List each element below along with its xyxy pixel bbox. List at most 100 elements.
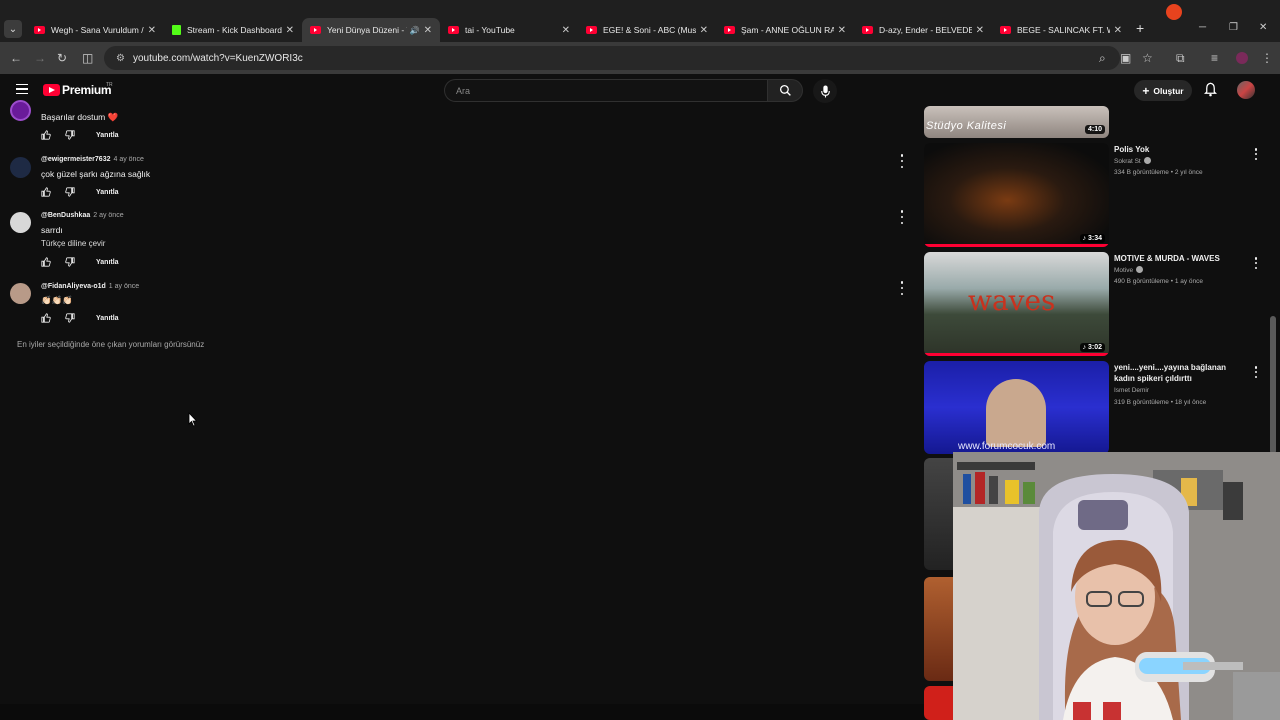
tab-2-active[interactable]: Yeni Dünya Düzeni - Y 🔊 ✕ bbox=[302, 18, 440, 42]
page-scrollbar[interactable] bbox=[1270, 316, 1276, 454]
video-thumbnail[interactable]: www.forumcocuk.com bbox=[924, 361, 1109, 454]
minimize-icon[interactable]: ─ bbox=[1199, 22, 1206, 33]
close-tab-icon[interactable]: ✕ bbox=[562, 25, 570, 36]
reply-button[interactable]: Yanıtla bbox=[96, 132, 119, 139]
video-more-icon[interactable] bbox=[1252, 148, 1260, 160]
bottom-bar bbox=[0, 704, 924, 720]
close-tab-icon[interactable]: ✕ bbox=[148, 25, 156, 36]
video-more-icon[interactable] bbox=[1252, 257, 1260, 269]
comment-time[interactable]: 2 ay önce bbox=[93, 212, 123, 219]
address-bar[interactable]: ⚙ youtube.com/watch?v=KuenZWORI3c bbox=[104, 46, 1120, 70]
kick-favicon-icon bbox=[172, 25, 181, 35]
video-duration: 4:10 bbox=[1084, 125, 1105, 134]
restore-icon[interactable]: ❐ bbox=[1229, 22, 1238, 33]
comment-author[interactable]: @ewigermeister7632 bbox=[41, 156, 110, 163]
translate-link[interactable]: Türkçe diline çevir bbox=[41, 239, 105, 248]
tab-3[interactable]: tai - YouTube ✕ bbox=[440, 18, 578, 42]
like-icon[interactable] bbox=[40, 256, 52, 268]
video-more-icon[interactable] bbox=[1252, 366, 1260, 378]
back-icon[interactable]: ← bbox=[10, 51, 22, 65]
avatar[interactable] bbox=[10, 100, 31, 121]
video-title[interactable]: MOTIVE & MURDA - WAVES bbox=[1114, 253, 1244, 264]
avatar[interactable] bbox=[10, 157, 31, 178]
video-meta: 319 B görüntüleme • 18 yıl önce bbox=[1114, 399, 1207, 406]
close-tab-icon[interactable]: ✕ bbox=[976, 25, 984, 36]
avatar[interactable] bbox=[10, 212, 31, 233]
like-icon[interactable] bbox=[40, 312, 52, 324]
youtube-logo-icon[interactable] bbox=[43, 84, 60, 96]
tab-1[interactable]: Stream - Kick Dashboard ✕ bbox=[164, 18, 302, 42]
comment-header: @ewigermeister7632 4 ay önce bbox=[41, 156, 144, 163]
window-close-icon[interactable]: ✕ bbox=[1259, 22, 1267, 33]
close-tab-icon[interactable]: ✕ bbox=[286, 25, 294, 36]
tab-title: Stream - Kick Dashboard bbox=[187, 25, 282, 35]
close-tab-icon[interactable]: ✕ bbox=[424, 25, 432, 36]
tab-6[interactable]: D-azy, Ender - BELVEDER ✕ bbox=[854, 18, 992, 42]
extensions-puzzle-icon[interactable]: ⧉ bbox=[1176, 51, 1185, 65]
youtube-brand[interactable]: Premium bbox=[62, 83, 112, 97]
dislike-icon[interactable] bbox=[64, 312, 76, 324]
youtube-favicon-icon bbox=[34, 26, 45, 34]
video-channel[interactable]: Sokrat St bbox=[1114, 157, 1151, 165]
close-tab-icon[interactable]: ✕ bbox=[838, 25, 846, 36]
like-icon[interactable] bbox=[40, 129, 52, 141]
tab-search-chevron-icon[interactable]: ⌄ bbox=[4, 20, 22, 38]
close-tab-icon[interactable]: ✕ bbox=[700, 25, 708, 36]
search-input[interactable]: Ara bbox=[444, 79, 768, 102]
bookmark-star-icon[interactable]: ☆ bbox=[1142, 51, 1153, 65]
sidebar-toggle-icon[interactable]: ◫ bbox=[82, 51, 93, 65]
video-thumbnail[interactable]: ♪ 3:34 bbox=[924, 143, 1109, 247]
cast-icon[interactable]: ▣ bbox=[1120, 51, 1131, 65]
new-tab-plus-icon[interactable]: + bbox=[1136, 20, 1144, 36]
tab-7[interactable]: BEGE - SALINCAK FT. WE ✕ bbox=[992, 18, 1130, 42]
zoom-icon[interactable]: ⌕ bbox=[1099, 51, 1106, 65]
video-title[interactable]: yeni....yeni....yayına bağlanan kadın sp… bbox=[1114, 362, 1244, 384]
create-button[interactable]: + Oluştur bbox=[1134, 80, 1192, 101]
like-icon[interactable] bbox=[40, 186, 52, 198]
plus-icon: + bbox=[1142, 83, 1150, 98]
reply-button[interactable]: Yanıtla bbox=[96, 189, 119, 196]
reply-button[interactable]: Yanıtla bbox=[96, 315, 119, 322]
tab-0[interactable]: Wegh - Sana Vuruldum / ✕ bbox=[26, 18, 164, 42]
comment-more-icon[interactable] bbox=[898, 154, 906, 168]
verified-icon bbox=[1136, 266, 1144, 273]
video-channel[interactable]: Motive bbox=[1114, 266, 1144, 274]
reply-button[interactable]: Yanıtla bbox=[96, 259, 119, 266]
browser-menu-icon[interactable]: ⋮ bbox=[1261, 51, 1273, 65]
avatar[interactable] bbox=[10, 283, 31, 304]
browser-tabstrip: ⌄ Wegh - Sana Vuruldum / ✕ Stream - Kick… bbox=[0, 0, 1280, 42]
comment-more-icon[interactable] bbox=[898, 281, 906, 295]
account-avatar[interactable] bbox=[1237, 81, 1255, 99]
thumbnail-text: Stüdyo Kalitesi bbox=[926, 120, 1007, 132]
dislike-icon[interactable] bbox=[64, 129, 76, 141]
tab-4[interactable]: EGE! & Soni - ABC (Music ✕ bbox=[578, 18, 716, 42]
notifications-button[interactable] bbox=[1203, 82, 1218, 102]
video-channel[interactable]: Ismet Demir bbox=[1114, 387, 1149, 394]
tab-5[interactable]: Şam - ANNE OĞLUN RAP ✕ bbox=[716, 18, 854, 42]
voice-search-button[interactable] bbox=[813, 79, 837, 103]
speaker-icon[interactable]: 🔊 bbox=[410, 26, 420, 35]
comment-text: çok güzel şarkı ağzına sağlık bbox=[41, 169, 151, 179]
comment-time[interactable]: 1 ay önce bbox=[109, 283, 139, 290]
dislike-icon[interactable] bbox=[64, 256, 76, 268]
forward-icon[interactable]: → bbox=[34, 51, 46, 65]
tab-title: Yeni Dünya Düzeni - Y bbox=[327, 25, 407, 35]
menu-hamburger-icon[interactable] bbox=[16, 84, 28, 94]
url-text[interactable]: youtube.com/watch?v=KuenZWORI3c bbox=[133, 53, 303, 64]
extension-logo-icon[interactable] bbox=[1166, 4, 1182, 20]
site-info-icon[interactable]: ⚙ bbox=[116, 53, 125, 64]
search-button[interactable] bbox=[767, 79, 803, 102]
dislike-icon[interactable] bbox=[64, 186, 76, 198]
comment-author[interactable]: @BenDushkaa bbox=[41, 212, 90, 219]
comment-time[interactable]: 4 ay önce bbox=[113, 156, 143, 163]
reload-icon[interactable]: ↻ bbox=[57, 51, 67, 65]
video-thumbnail[interactable]: Stüdyo Kalitesi 4:10 bbox=[924, 106, 1109, 138]
profile-avatar-icon[interactable] bbox=[1236, 52, 1248, 64]
close-tab-icon[interactable]: ✕ bbox=[1114, 25, 1122, 36]
media-control-icon[interactable]: ≡ bbox=[1211, 51, 1218, 65]
youtube-favicon-icon bbox=[1000, 26, 1011, 34]
comment-more-icon[interactable] bbox=[898, 210, 906, 224]
comment-author[interactable]: @FidanAliyeva-o1d bbox=[41, 283, 106, 290]
video-title[interactable]: Polis Yok bbox=[1114, 144, 1244, 155]
video-thumbnail[interactable]: waves ♪ 3:02 bbox=[924, 252, 1109, 356]
